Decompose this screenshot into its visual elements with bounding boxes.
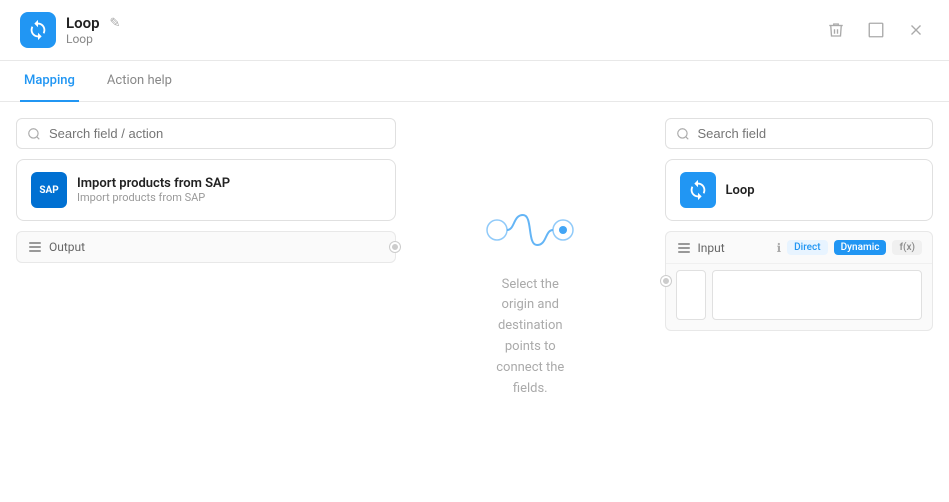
header-title-group: Loop ✎ Loop	[66, 14, 120, 46]
left-search-input[interactable]	[49, 126, 385, 141]
middle-area: Select the origin and destination points…	[396, 118, 665, 486]
right-search-input[interactable]	[698, 126, 923, 141]
loop-app-icon	[27, 19, 49, 41]
right-search-icon	[676, 127, 690, 141]
source-card-subtitle: Import products from SAP	[77, 191, 230, 204]
right-panel: Loop Input ℹ Direct Dynamic f(x)	[665, 118, 934, 486]
source-card-text: Import products from SAP Import products…	[77, 176, 230, 204]
input-field-area	[666, 264, 933, 330]
edit-icon[interactable]: ✎	[110, 16, 121, 31]
source-card: SAP Import products from SAP Import prod…	[16, 159, 396, 221]
loop-card: Loop	[665, 159, 934, 221]
input-lines-icon	[676, 241, 692, 255]
output-connector-dot[interactable]	[390, 242, 400, 252]
loop-card-icon	[680, 172, 716, 208]
output-lines-icon	[27, 240, 43, 254]
search-icon	[27, 127, 41, 141]
direct-badge[interactable]: Direct	[787, 240, 827, 255]
header-title: Loop	[66, 14, 100, 32]
center-hint: Select the origin and destination points…	[496, 275, 564, 400]
app-icon	[20, 12, 56, 48]
tab-action-help[interactable]: Action help	[103, 61, 176, 102]
info-icon[interactable]: ℹ	[777, 241, 782, 255]
dynamic-badge[interactable]: Dynamic	[834, 240, 887, 255]
input-connector-dot[interactable]	[661, 276, 671, 286]
right-search-box[interactable]	[665, 118, 934, 149]
header-actions	[823, 17, 929, 43]
connector-svg	[485, 205, 575, 255]
tabs-bar: Mapping Action help	[0, 61, 949, 102]
output-row: Output	[16, 231, 396, 263]
fx-badge[interactable]: f(x)	[892, 240, 922, 255]
header: Loop ✎ Loop	[0, 0, 949, 61]
loop-card-title: Loop	[726, 183, 755, 198]
header-subtitle: Loop	[66, 32, 120, 46]
input-row: Input ℹ Direct Dynamic f(x)	[665, 231, 934, 331]
delete-button[interactable]	[823, 17, 849, 43]
sap-icon: SAP	[31, 172, 67, 208]
input-row-header: Input ℹ Direct Dynamic f(x)	[666, 232, 933, 264]
connector-illustration	[485, 205, 575, 259]
source-card-title: Import products from SAP	[77, 176, 230, 191]
expand-button[interactable]	[863, 17, 889, 43]
input-field-textarea[interactable]	[712, 270, 923, 320]
left-panel: SAP Import products from SAP Import prod…	[16, 118, 396, 486]
left-search-box[interactable]	[16, 118, 396, 149]
header-left: Loop ✎ Loop	[20, 12, 120, 48]
close-button[interactable]	[903, 17, 929, 43]
input-field-left	[676, 270, 706, 320]
main-content: SAP Import products from SAP Import prod…	[0, 102, 949, 502]
output-label: Output	[49, 240, 385, 254]
input-label: Input	[698, 241, 771, 255]
tab-mapping[interactable]: Mapping	[20, 61, 79, 102]
